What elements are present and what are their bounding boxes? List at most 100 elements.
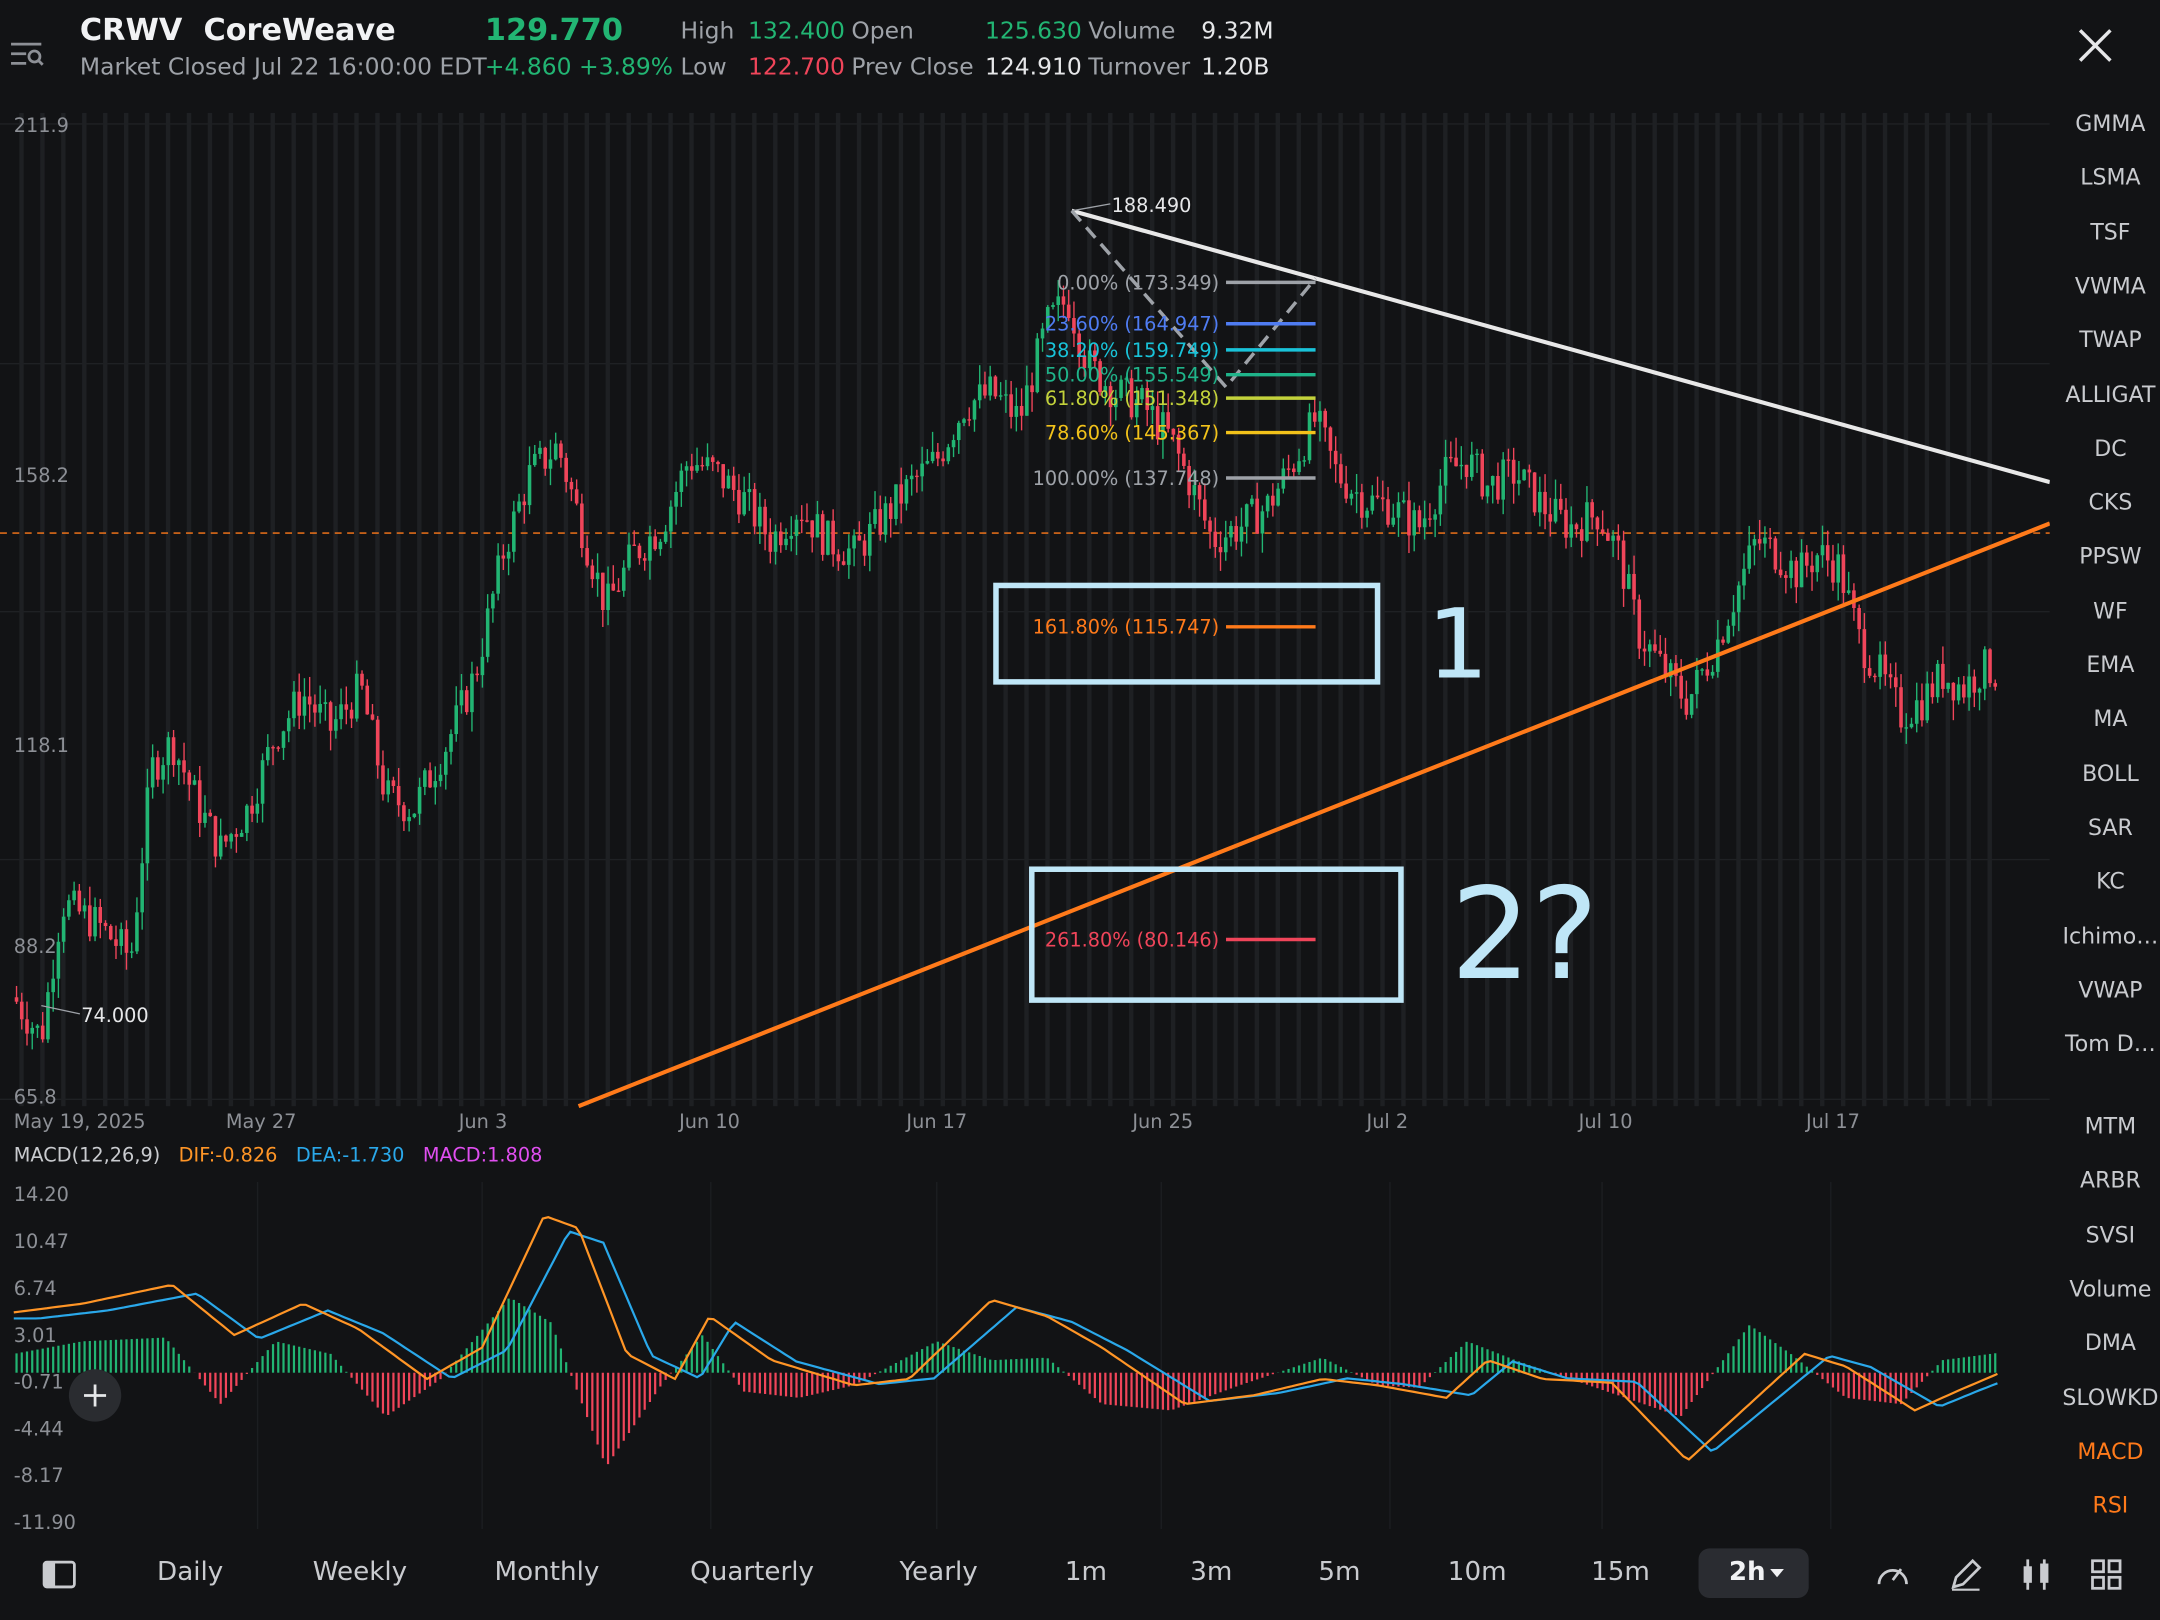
high-marker: 188.490: [1112, 194, 1192, 217]
turnover-label: Turnover: [1088, 53, 1191, 82]
open-value: 125.630: [984, 17, 1082, 46]
macd-axis-label: -11.90: [14, 1511, 76, 1529]
indicator-ichimo[interactable]: Ichimo…: [2050, 922, 2160, 948]
quote-header: CRWV CoreWeave Market Closed Jul 22 16:0…: [0, 0, 2160, 107]
pencil-icon[interactable]: [1948, 1557, 1984, 1593]
indicator-lsma[interactable]: LSMA: [2050, 164, 2160, 190]
macd-axis-label: 10.47: [14, 1230, 69, 1253]
indicator-vwma[interactable]: VWMA: [2050, 273, 2160, 299]
grid-settings-icon[interactable]: [2088, 1557, 2124, 1593]
low-label: Low: [680, 53, 727, 82]
macd-axis-label: 6.74: [14, 1277, 57, 1300]
period-10m-button[interactable]: 10m: [1448, 1557, 1507, 1587]
indicator-tsf[interactable]: TSF: [2050, 218, 2160, 244]
macd-axis-label: -4.44: [14, 1417, 64, 1440]
indicator-twap[interactable]: TWAP: [2050, 327, 2160, 353]
date-axis-label: Jul 17: [1805, 1110, 1860, 1133]
period-monthly-button[interactable]: Monthly: [495, 1557, 600, 1587]
date-axis-label: Jul 10: [1578, 1110, 1633, 1133]
close-icon[interactable]: [2075, 25, 2116, 66]
indicator-mtm[interactable]: MTM: [2050, 1113, 2160, 1139]
indicator-ppsw[interactable]: PPSW: [2050, 543, 2160, 569]
indicator-dma[interactable]: DMA: [2050, 1330, 2160, 1356]
period-5m-button[interactable]: 5m: [1318, 1557, 1360, 1587]
indicator-ema[interactable]: EMA: [2050, 652, 2160, 678]
macd-value: MACD:1.808: [422, 1144, 543, 1167]
period-toolbar: Daily Weekly Monthly Quarterly Yearly 1m 3m 5m 1…: [0, 1529, 2160, 1620]
market-status: Market Closed Jul 22 16:00:00 EDT: [79, 53, 487, 82]
fib-level-label: 78.60% (145.367): [1045, 421, 1219, 444]
indicator-arbr[interactable]: ARBR: [2050, 1167, 2160, 1193]
period-15m-button[interactable]: 15m: [1591, 1557, 1650, 1587]
price-axis-label: 158.2: [14, 464, 69, 487]
indicator-alligat[interactable]: ALLIGAT: [2050, 381, 2160, 407]
macd-axis-label: -8.17: [14, 1464, 64, 1487]
prev-close-label: Prev Close: [851, 53, 974, 82]
price-change: +4.860 +3.89%: [484, 53, 674, 82]
indicator-slowkd[interactable]: SLOWKD: [2050, 1384, 2160, 1410]
indicator-macd[interactable]: MACD: [2050, 1438, 2160, 1464]
price-axis-label: 65.8: [14, 1085, 57, 1108]
indicator-gmma[interactable]: GMMA: [2050, 110, 2160, 136]
annotation-text-1: 1: [1427, 589, 1488, 701]
indicator-ma[interactable]: MA: [2050, 706, 2160, 732]
price-axis-label: 211.9: [14, 114, 69, 137]
layout-toggle-icon[interactable]: [41, 1557, 77, 1593]
fib-level-label: 161.80% (115.747): [1033, 616, 1220, 639]
high-value: 132.400: [748, 17, 845, 46]
indicator-tomd[interactable]: Tom D…: [2050, 1031, 2160, 1057]
chart-area[interactable]: 0.00% (173.349) 23.60% (164.947) 38.20% (1…: [0, 107, 2050, 1529]
date-axis-label: Jun 17: [905, 1110, 967, 1133]
low-marker: 74.000: [81, 1004, 148, 1027]
dif-value: DIF:-0.826: [178, 1144, 278, 1167]
indicator-list: GMMA LSMA TSF VWMA TWAP ALLIGAT DC CKS PPSW WF EMA…: [2050, 107, 2160, 1526]
date-axis-label: May 27: [226, 1110, 296, 1133]
indicator-wf[interactable]: WF: [2050, 597, 2160, 623]
date-axis-label: Jun 25: [1131, 1110, 1193, 1133]
annotation-text-2: 2?: [1451, 860, 1599, 1008]
indicator-dc[interactable]: DC: [2050, 435, 2160, 461]
fib-level-label: 50.00% (155.549): [1045, 364, 1219, 387]
open-label: Open: [851, 17, 914, 46]
indicator-volume[interactable]: Volume: [2050, 1275, 2160, 1301]
date-axis-label: Jun 3: [458, 1110, 507, 1133]
indicator-sar[interactable]: SAR: [2050, 814, 2160, 840]
company-name: CoreWeave: [203, 13, 396, 49]
menu-search-icon[interactable]: [11, 41, 44, 66]
candlestick-type-icon[interactable]: [2018, 1557, 2054, 1593]
indicator-rsi[interactable]: RSI: [2050, 1492, 2160, 1518]
support-trendline: [577, 521, 2050, 1109]
period-yearly-button[interactable]: Yearly: [900, 1557, 978, 1587]
indicator-cks[interactable]: CKS: [2050, 489, 2160, 515]
low-value: 122.700: [748, 53, 845, 82]
fib-level-label: 61.80% (151.348): [1045, 387, 1219, 410]
dea-value: DEA:-1.730: [295, 1144, 405, 1167]
period-quarterly-button[interactable]: Quarterly: [690, 1557, 814, 1587]
add-drawing-button[interactable]: [68, 1369, 122, 1422]
gauge-icon[interactable]: [1875, 1557, 1911, 1593]
stock-title: CRWV CoreWeave: [80, 14, 396, 48]
period-weekly-button[interactable]: Weekly: [313, 1557, 407, 1587]
price-axis-label: 118.1: [14, 734, 69, 757]
fib-level-label: 261.80% (80.146): [1045, 928, 1219, 951]
fib-level-label: 38.20% (159.749): [1045, 339, 1219, 362]
macd-axis-label: 3.01: [14, 1324, 57, 1347]
indicator-vwap[interactable]: VWAP: [2050, 976, 2160, 1002]
period-2h-label: 2h: [1728, 1556, 1766, 1587]
period-2h-button[interactable]: 2h: [1698, 1548, 1809, 1598]
period-1m-button[interactable]: 1m: [1065, 1557, 1107, 1587]
volume-label: Volume: [1088, 17, 1176, 46]
date-axis-label: May 19, 2025: [14, 1110, 146, 1133]
macd-axis-label: 14.20: [14, 1183, 69, 1206]
turnover-value: 1.20B: [1201, 53, 1270, 82]
period-3m-button[interactable]: 3m: [1190, 1557, 1232, 1587]
high-label: High: [680, 17, 735, 46]
indicator-svsi[interactable]: SVSI: [2050, 1221, 2160, 1247]
macd-axis-label: -0.71: [14, 1371, 64, 1394]
macd-title: MACD(12,26,9): [13, 1144, 161, 1167]
date-axis-label: Jun 10: [678, 1110, 740, 1133]
indicator-boll[interactable]: BOLL: [2050, 760, 2160, 786]
fib-level-label: 23.60% (164.947): [1045, 313, 1219, 336]
indicator-kc[interactable]: KC: [2050, 868, 2160, 894]
period-daily-button[interactable]: Daily: [157, 1557, 223, 1587]
